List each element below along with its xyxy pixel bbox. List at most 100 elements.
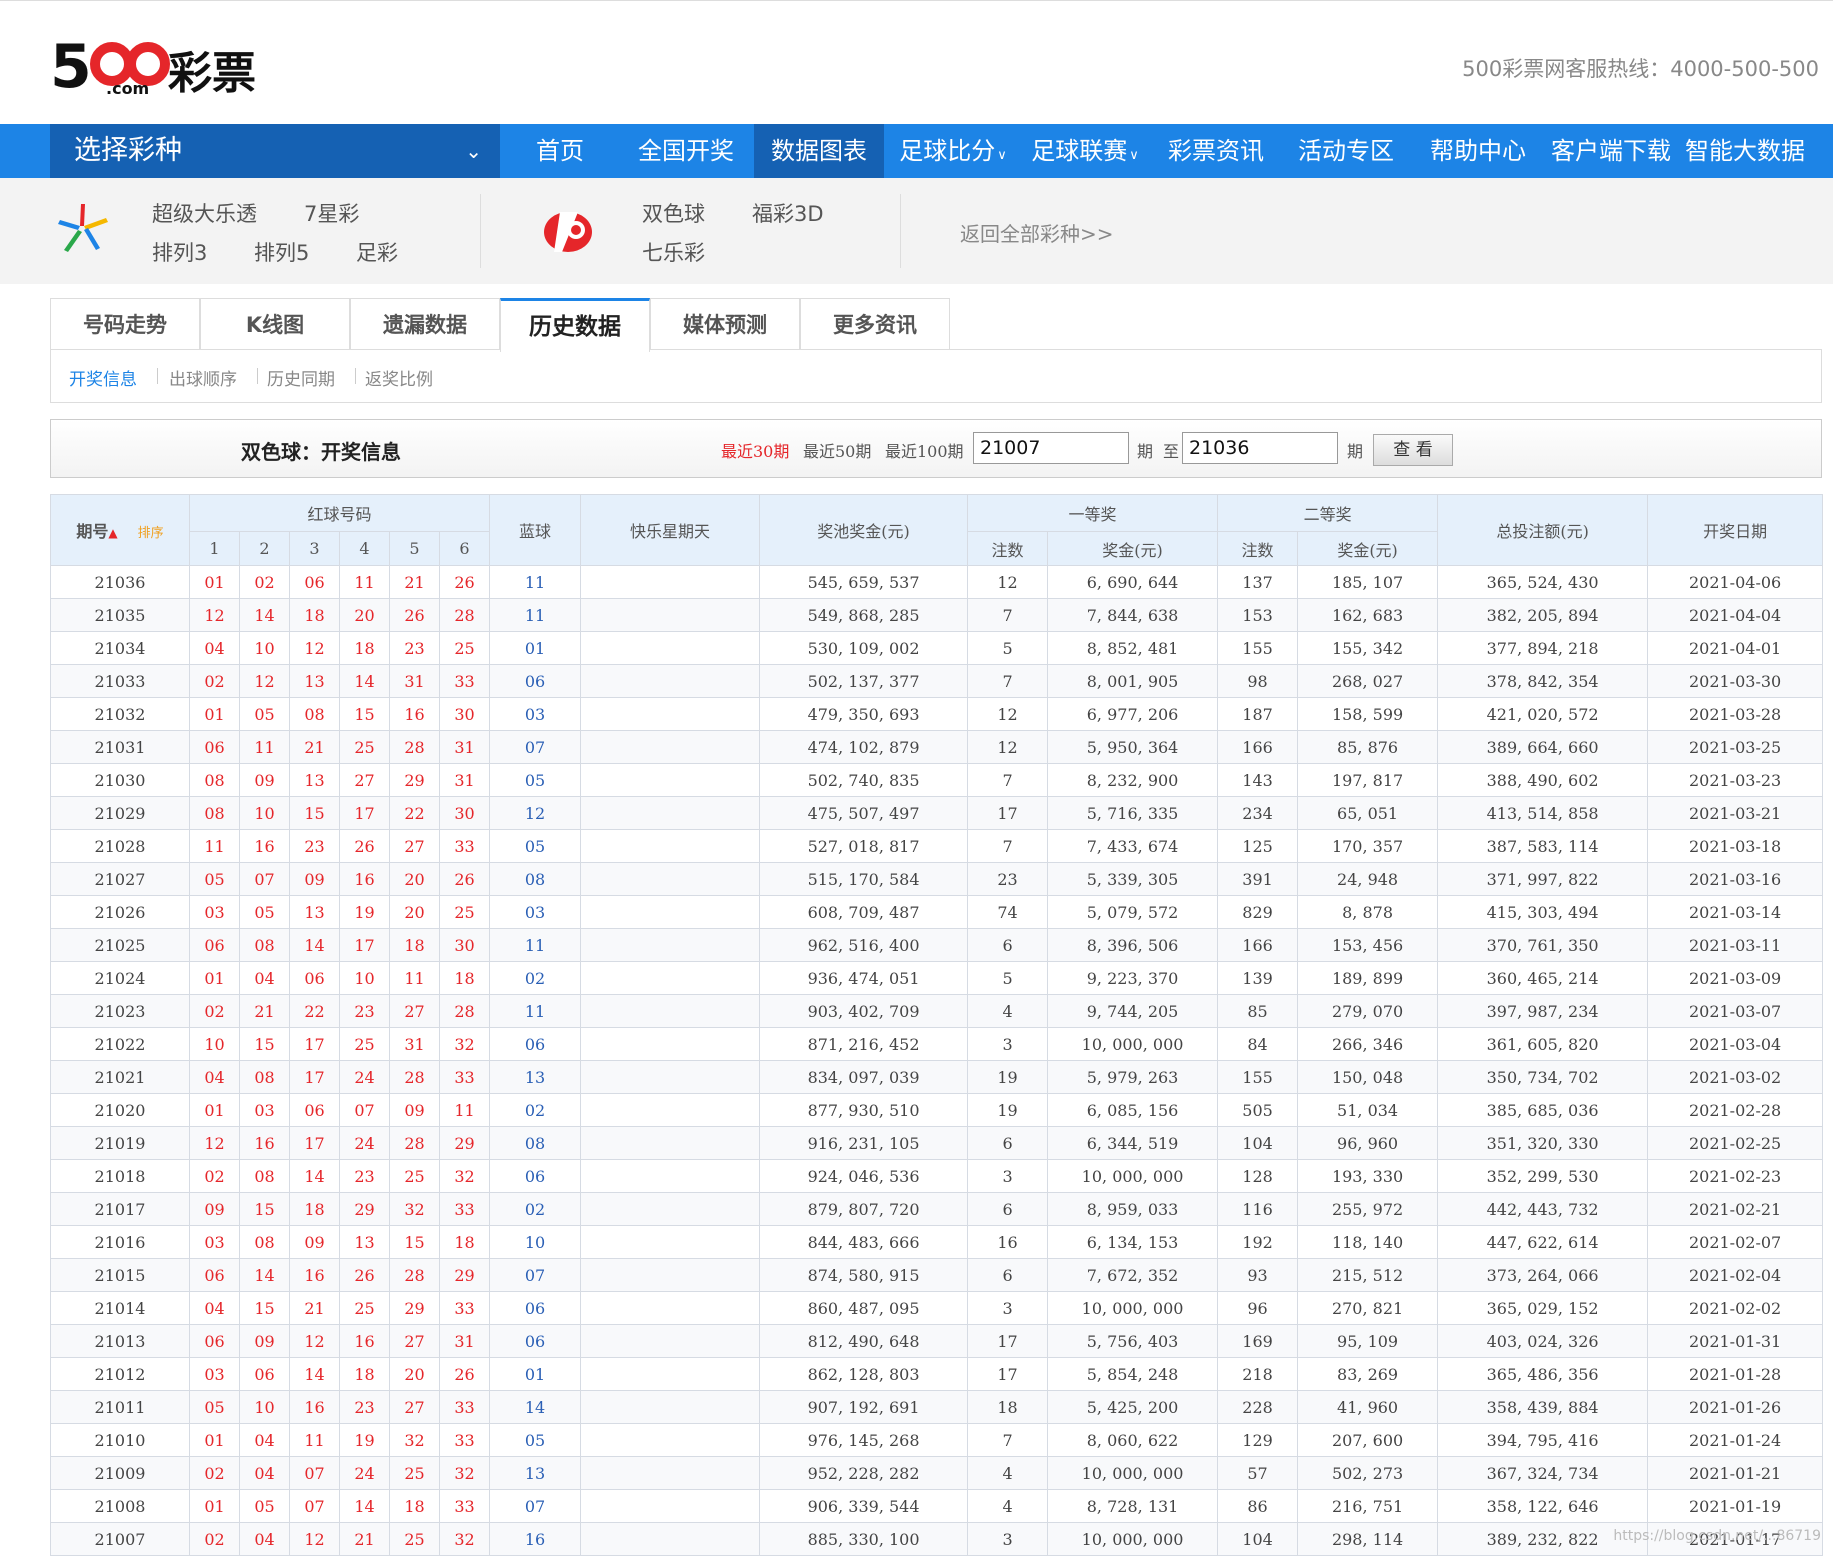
- table-row: 21013 06 09 12 16 27 31 06 812, 490, 648 17 5, 756…: [50, 1324, 1824, 1358]
- lottery-link-pailie5[interactable]: 排列5: [254, 237, 309, 267]
- draw-date-cell: 2021-01-21: [1647, 1456, 1824, 1490]
- lottery-link-qixingcai[interactable]: 7星彩: [304, 198, 359, 228]
- lottery-link-fucai3d[interactable]: 福彩3D: [752, 198, 824, 228]
- second-prize-cell: 153, 456: [1297, 928, 1439, 962]
- issue-cell: 21023: [50, 994, 190, 1028]
- view-button[interactable]: 查 看: [1373, 434, 1453, 466]
- lottery-select-dropdown[interactable]: 选择彩种 ⌄: [50, 124, 500, 178]
- table-row: 21029 08 10 15 17 22 30 12 475, 507, 497 17 5, 716…: [50, 796, 1824, 830]
- nav-item-data-charts[interactable]: 数据图表: [754, 124, 884, 178]
- prize-pool-cell: 530, 109, 002: [759, 631, 969, 665]
- second-count-cell: 129: [1217, 1423, 1299, 1457]
- prize-pool-cell: 860, 487, 095: [759, 1291, 969, 1325]
- tab-more-news[interactable]: 更多资讯: [800, 298, 950, 350]
- red-ball-cell: 33: [438, 1192, 491, 1226]
- red-ball-cell: 27: [389, 1390, 440, 1424]
- first-count-cell: 3: [967, 1291, 1049, 1325]
- end-issue-input[interactable]: 21036: [1182, 432, 1338, 464]
- nav-item-lottery-news[interactable]: 彩票资讯: [1154, 124, 1278, 178]
- back-all-lotteries-link[interactable]: 返回全部彩种>>: [960, 218, 1114, 247]
- red-ball-cell: 11: [389, 961, 440, 995]
- issue-header[interactable]: 期号▲ 排序: [50, 494, 190, 566]
- draw-date-cell: 2021-02-02: [1647, 1291, 1824, 1325]
- second-prize-cell: 216, 751: [1297, 1489, 1439, 1523]
- second-prize-cell: 215, 512: [1297, 1258, 1439, 1292]
- lottery-link-pailie3[interactable]: 排列3: [152, 237, 207, 267]
- start-issue-input[interactable]: 21007: [973, 432, 1129, 464]
- table-row: 21032 01 05 08 15 16 30 03 479, 350, 693 12 6, 977…: [50, 697, 1824, 731]
- red-ball-cell: 27: [339, 763, 390, 797]
- red-col-1: 1: [189, 531, 240, 566]
- second-count-cell: 155: [1217, 1060, 1299, 1094]
- table-row: 21036 01 02 06 11 21 26 11 545, 659, 537 12 6, 690…: [50, 565, 1824, 599]
- red-ball-cell: 08: [289, 697, 340, 731]
- red-ball-cell: 13: [289, 895, 340, 929]
- red-ball-cell: 15: [239, 1192, 290, 1226]
- happy-sunday-cell: [580, 730, 761, 764]
- red-ball-cell: 23: [339, 1159, 390, 1193]
- lottery-link-qilecai[interactable]: 七乐彩: [642, 237, 705, 267]
- red-ball-cell: 04: [189, 1291, 240, 1325]
- subtab-return-ratio[interactable]: 返奖比例: [365, 365, 433, 390]
- red-ball-cell: 03: [189, 1225, 240, 1259]
- prize-pool-cell: 515, 170, 584: [759, 862, 969, 896]
- customer-hotline: 500彩票网客服热线：4000-500-500: [1462, 57, 1819, 81]
- second-count-cell: 505: [1217, 1093, 1299, 1127]
- red-ball-cell: 16: [289, 1390, 340, 1424]
- nav-item-client-download[interactable]: 客户端下载: [1546, 124, 1676, 178]
- recent-50-link[interactable]: 最近50期: [803, 438, 871, 462]
- second-count-cell: 128: [1217, 1159, 1299, 1193]
- second-count-cell: 96: [1217, 1291, 1299, 1325]
- tab-k-line[interactable]: K线图: [200, 298, 350, 350]
- draw-date-cell: 2021-03-16: [1647, 862, 1824, 896]
- total-bet-cell: 415, 303, 494: [1437, 895, 1649, 929]
- tab-number-trend[interactable]: 号码走势: [50, 298, 200, 350]
- recent-30-link[interactable]: 最近30期: [721, 438, 789, 462]
- blue-ball-cell: 05: [489, 1423, 582, 1457]
- nav-item-activities[interactable]: 活动专区: [1284, 124, 1408, 178]
- second-prize-amount-header: 奖金(元): [1297, 531, 1439, 566]
- red-ball-cell: 16: [339, 862, 390, 896]
- nav-item-big-data[interactable]: 智能大数据: [1680, 124, 1810, 178]
- tab-history-data[interactable]: 历史数据: [500, 298, 650, 352]
- nav-item-football-leagues[interactable]: 足球联赛 ∨: [1022, 124, 1148, 178]
- recent-100-link[interactable]: 最近100期: [885, 438, 964, 462]
- nav-item-home[interactable]: 首页: [500, 124, 620, 178]
- total-bet-cell: 370, 761, 350: [1437, 928, 1649, 962]
- logo-500-caipiao[interactable]: 5 .com 彩票: [50, 35, 270, 99]
- blue-ball-cell: 03: [489, 697, 582, 731]
- subtab-ball-order[interactable]: 出球顺序: [169, 365, 237, 390]
- nav-item-football-scores[interactable]: 足球比分 ∨: [890, 124, 1016, 178]
- happy-sunday-cell: [580, 961, 761, 995]
- subtab-same-period[interactable]: 历史同期: [267, 365, 335, 390]
- total-bet-cell: 387, 583, 114: [1437, 829, 1649, 863]
- red-ball-cell: 28: [389, 1258, 440, 1292]
- subtab-draw-info[interactable]: 开奖信息: [69, 365, 137, 390]
- prize-pool-cell: 527, 018, 817: [759, 829, 969, 863]
- red-ball-cell: 14: [239, 598, 290, 632]
- red-ball-cell: 14: [289, 1357, 340, 1391]
- red-ball-cell: 31: [438, 763, 491, 797]
- red-col-2: 2: [239, 531, 290, 566]
- draw-date-cell: 2021-03-04: [1647, 1027, 1824, 1061]
- issue-cell: 21035: [50, 598, 190, 632]
- first-prize-cell: 5, 339, 305: [1047, 862, 1219, 896]
- tab-missing-data[interactable]: 遗漏数据: [350, 298, 500, 350]
- blue-ball-cell: 12: [489, 796, 582, 830]
- second-prize-cell: 96, 960: [1297, 1126, 1439, 1160]
- lottery-link-shuangseqiu[interactable]: 双色球: [642, 198, 705, 228]
- nav-item-help-center[interactable]: 帮助中心: [1416, 124, 1540, 178]
- prize-pool-cell: 479, 350, 693: [759, 697, 969, 731]
- sort-link[interactable]: 排序: [138, 526, 164, 541]
- second-prize-cell: 197, 817: [1297, 763, 1439, 797]
- red-ball-cell: 10: [189, 1027, 240, 1061]
- tab-media-prediction[interactable]: 媒体预测: [650, 298, 800, 350]
- lottery-link-daletou[interactable]: 超级大乐透: [152, 198, 257, 228]
- red-ball-cell: 23: [289, 829, 340, 863]
- lottery-link-zucai[interactable]: 足彩: [356, 237, 398, 267]
- table-row: 21031 06 11 21 25 28 31 07 474, 102, 879 12 5, 950…: [50, 730, 1824, 764]
- red-ball-cell: 06: [239, 1357, 290, 1391]
- issue-cell: 21032: [50, 697, 190, 731]
- red-ball-cell: 10: [239, 796, 290, 830]
- nav-item-national-draw[interactable]: 全国开奖: [624, 124, 748, 178]
